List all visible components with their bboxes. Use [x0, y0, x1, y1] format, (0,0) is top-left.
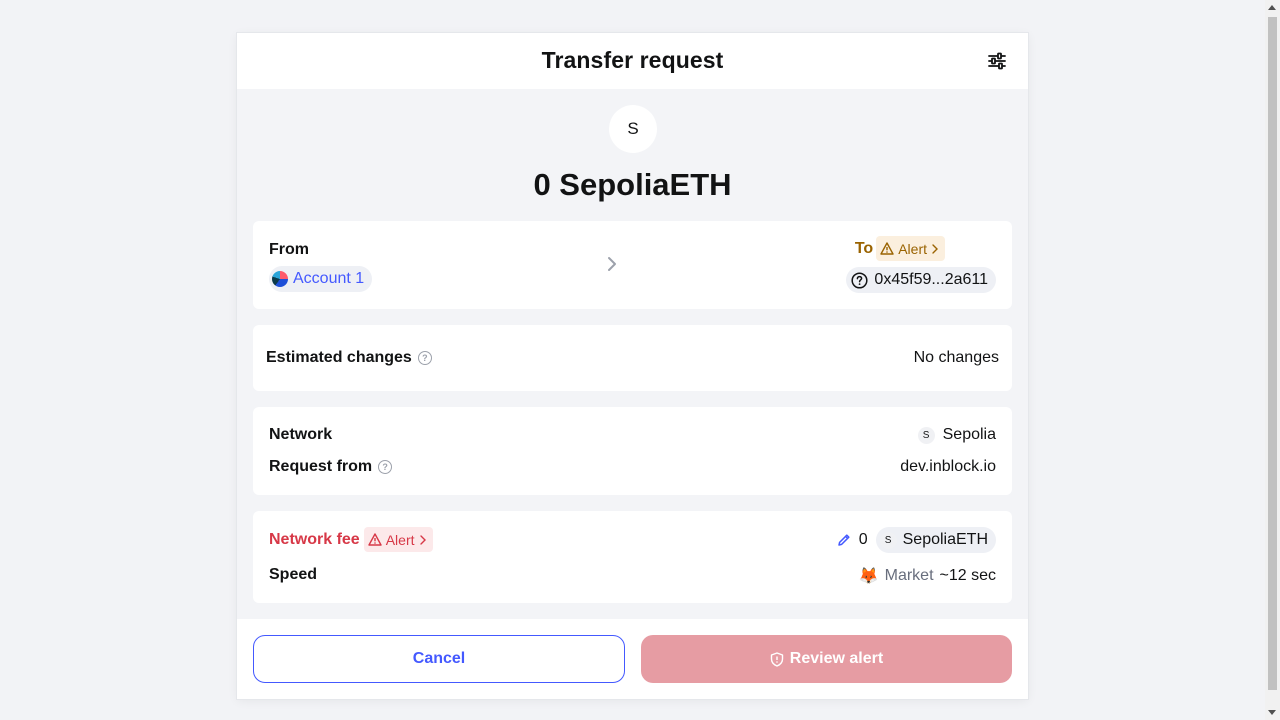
shield-alert-icon [770, 651, 783, 667]
chevron-right-icon [419, 534, 426, 545]
network-value: Sepolia [942, 426, 996, 443]
page-title: Transfer request [541, 47, 724, 73]
fee-card: Network fee Alert 0 S SepoliaETH Speed 🦊… [253, 511, 1012, 603]
settings-sliders-icon[interactable] [986, 51, 1008, 71]
help-icon[interactable]: ? [378, 460, 393, 474]
scroll-up-arrow-icon[interactable] [1268, 5, 1276, 10]
network-avatar: S [917, 426, 935, 444]
network-label: Network [269, 426, 333, 443]
scrollbar-thumb[interactable] [1268, 17, 1277, 690]
token-letter: S [627, 119, 639, 138]
warning-icon [368, 533, 382, 546]
edit-pencil-icon[interactable] [837, 533, 851, 547]
speed-label: Speed [269, 566, 318, 583]
fee-token-avatar: S [879, 531, 897, 549]
dialog-header: Transfer request [237, 33, 1028, 89]
account-name: Account 1 [293, 270, 365, 287]
warning-icon [880, 242, 894, 255]
network-value-row: S Sepolia [917, 426, 996, 444]
recipient-address-pill[interactable]: 0x45f59...2a611 [846, 267, 996, 293]
account-avatar [272, 271, 288, 287]
to-alert-badge[interactable]: Alert [876, 236, 945, 261]
fox-icon: 🦊 [858, 568, 879, 585]
review-alert-label: Review alert [789, 650, 884, 667]
details-card: Network S Sepolia Request from ? dev.inb… [253, 407, 1012, 495]
page-scrollbar[interactable] [1265, 0, 1280, 720]
cancel-button-label: Cancel [412, 650, 466, 667]
network-fee-alert-badge[interactable]: Alert [363, 527, 433, 552]
scroll-down-arrow-icon[interactable] [1268, 710, 1276, 715]
network-fee-label: Network fee [269, 530, 360, 548]
estimated-changes-card: Estimated changes ? No changes [253, 325, 1012, 391]
request-from-label-row: Request from ? [269, 458, 393, 476]
transfer-amount: 0 SepoliaETH [533, 167, 732, 202]
network-fee-alert-label: Alert [385, 531, 415, 548]
network-fee-amount: 0 [858, 531, 868, 548]
question-circle-icon [851, 271, 868, 289]
to-header: To Alert [855, 236, 945, 261]
recipient-address: 0x45f59...2a611 [874, 271, 988, 288]
from-to-card: From Account 1 To Alert 0x45f59...2a611 [253, 221, 1012, 309]
cancel-button[interactable]: Cancel [253, 635, 625, 683]
speed-market: Market [884, 567, 934, 584]
speed-value-row: 🦊 Market ~12 sec [859, 566, 996, 586]
estimated-changes-label-row: Estimated changes ? [266, 349, 432, 367]
network-fee-header: Network fee Alert [269, 527, 433, 552]
chevron-right-icon [932, 243, 938, 254]
estimated-changes-value: No changes [913, 349, 999, 366]
fee-token-name: SepoliaETH [902, 531, 988, 548]
estimated-changes-label: Estimated changes [266, 349, 412, 366]
dialog-footer: Cancel Review alert [237, 619, 1028, 699]
to-alert-label: Alert [898, 240, 927, 257]
review-alert-button[interactable]: Review alert [641, 635, 1012, 683]
network-fee-value-row: 0 S SepoliaETH [837, 527, 996, 553]
speed-time: ~12 sec [939, 567, 996, 584]
fee-token-pill: S SepoliaETH [875, 527, 996, 553]
request-from-label: Request from [269, 458, 373, 475]
request-from-value: dev.inblock.io [900, 458, 996, 475]
chevron-right-icon [605, 255, 619, 273]
from-label: From [269, 241, 309, 258]
from-account-pill[interactable]: Account 1 [269, 266, 373, 292]
to-label: To [854, 239, 874, 257]
token-avatar: S [609, 105, 657, 153]
transfer-request-dialog: Transfer request S 0 SepoliaETH From Acc… [237, 33, 1028, 699]
help-icon[interactable]: ? [417, 351, 432, 365]
